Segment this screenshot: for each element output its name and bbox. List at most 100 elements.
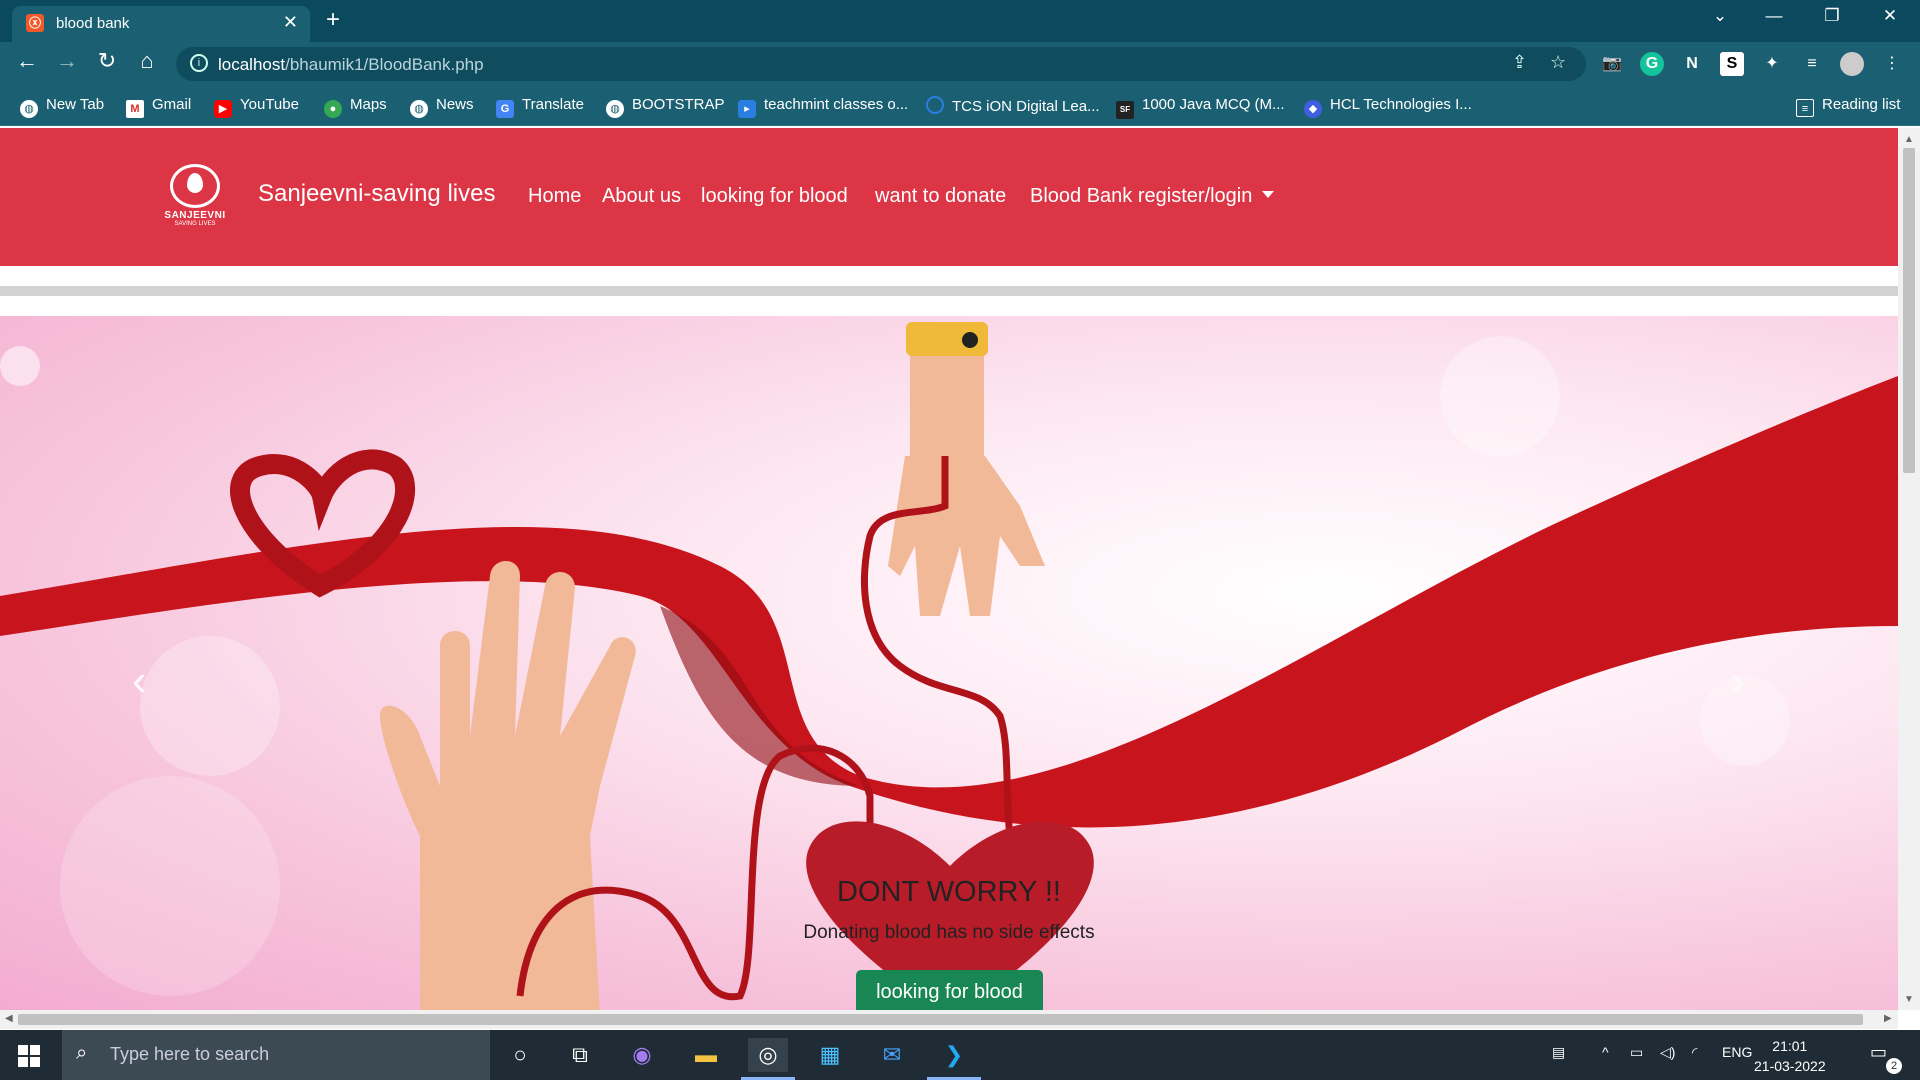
hcl-icon: ◆	[1304, 100, 1322, 118]
dropdown-caret-icon	[1262, 191, 1275, 198]
translate-icon: G	[496, 100, 514, 118]
nav-about-us[interactable]: About us	[602, 185, 681, 208]
site-logo[interactable]: SANJEEVNI SAVING LIVES	[158, 164, 232, 230]
globe-icon: ◍	[20, 100, 38, 118]
share-icon[interactable]: ⇪	[1512, 52, 1527, 73]
volume-icon[interactable]: ◁)	[1660, 1044, 1675, 1061]
browser-tab[interactable]: ⓧ blood bank ✕	[12, 6, 310, 42]
scroll-left-arrow-icon[interactable]: ◀	[5, 1013, 13, 1024]
bookmark-hcl[interactable]: ◆ HCL Technologies I...	[1304, 96, 1472, 118]
tray-chevron-icon[interactable]: ^	[1602, 1044, 1609, 1060]
logo-tagline: SAVING LIVES	[174, 221, 216, 227]
site-brand[interactable]: Sanjeevni-saving lives	[258, 180, 495, 208]
divider-bar	[0, 286, 1898, 296]
s-extension-icon[interactable]: S	[1720, 52, 1744, 76]
scroll-up-arrow-icon[interactable]: ▲	[1904, 134, 1914, 145]
search-icon: ⌕	[76, 1042, 88, 1064]
tab-title: blood bank	[56, 15, 130, 32]
profile-avatar[interactable]	[1840, 52, 1864, 76]
search-placeholder: Type here to search	[110, 1044, 270, 1064]
new-tab-button[interactable]: +	[326, 6, 340, 34]
tor-browser-icon[interactable]: ◉	[622, 1038, 662, 1072]
bookmark-translate[interactable]: G Translate	[496, 96, 584, 118]
clock-date: 21-03-2022	[1754, 1058, 1826, 1074]
clock-time: 21:01	[1772, 1038, 1808, 1054]
windows-taskbar: ⌕ Type here to search ○ ⧉ ◉ ▬ ◎ ▦ ✉ ❯ ▤ …	[0, 1030, 1920, 1080]
notification-icon[interactable]: ▭	[1870, 1042, 1887, 1063]
browser-title-bar: ⓧ blood bank ✕ + ⌄ — ❐ ✕	[0, 0, 1920, 42]
carousel-next-icon[interactable]: ›	[1730, 656, 1745, 706]
bookmark-new-tab[interactable]: ◍ New Tab	[20, 96, 104, 118]
close-tab-icon[interactable]: ✕	[283, 12, 298, 33]
nav-looking-for-blood[interactable]: looking for blood	[701, 185, 848, 208]
bookmark-star-icon[interactable]: ☆	[1550, 52, 1566, 73]
browser-toolbar: ← → ↻ ⌂ i localhost/bhaumik1/BloodBank.p…	[0, 42, 1920, 86]
microsoft-store-icon[interactable]: ▦	[810, 1038, 850, 1072]
horizontal-scrollbar[interactable]: ◀ ▶	[0, 1010, 1898, 1029]
vertical-scroll-thumb[interactable]	[1903, 148, 1915, 473]
reading-list-button[interactable]: ≡ Reading list	[1796, 96, 1900, 117]
url-text[interactable]: localhost/bhaumik1/BloodBank.php	[218, 55, 484, 75]
scroll-down-arrow-icon[interactable]: ▼	[1904, 994, 1914, 1005]
nav-want-to-donate[interactable]: want to donate	[875, 185, 1006, 208]
site-info-icon[interactable]: i	[190, 54, 208, 72]
back-arrow-icon[interactable]: ←	[12, 48, 42, 74]
chrome-icon[interactable]: ◎	[748, 1038, 788, 1072]
bookmark-news[interactable]: ◍ News	[410, 96, 474, 118]
bookmark-maps[interactable]: ● Maps	[324, 96, 387, 118]
language-indicator[interactable]: ENG	[1722, 1044, 1752, 1060]
xampp-favicon-icon: ⓧ	[26, 14, 44, 32]
teachmint-icon: ▸	[738, 100, 756, 118]
tcs-icon	[926, 96, 944, 114]
tab-search-chevron-icon[interactable]: ⌄	[1700, 6, 1740, 26]
battery-icon[interactable]: ▭	[1630, 1044, 1643, 1061]
carousel-caption-title: DONT WORRY !!	[837, 876, 1061, 908]
address-bar[interactable]: i localhost/bhaumik1/BloodBank.php ⇪ ☆	[176, 47, 1586, 81]
media-control-icon[interactable]: ≡	[1800, 52, 1824, 76]
task-view-icon[interactable]: ⧉	[560, 1038, 600, 1072]
close-window-button[interactable]: ✕	[1870, 6, 1910, 26]
wifi-icon[interactable]: ◜	[1692, 1044, 1697, 1061]
taskbar-clock[interactable]: 21:01 21-03-2022	[1754, 1036, 1826, 1076]
notification-count-badge: 2	[1886, 1058, 1902, 1074]
horizontal-scroll-thumb[interactable]	[18, 1014, 1863, 1025]
extensions-puzzle-icon[interactable]: ✦	[1760, 52, 1784, 76]
bookmark-tcs[interactable]: TCS iON Digital Lea...	[926, 96, 1100, 115]
taskbar-search-box[interactable]: ⌕ Type here to search	[62, 1030, 490, 1080]
logo-name: SANJEEVNI	[164, 210, 226, 221]
nav-home[interactable]: Home	[528, 185, 581, 208]
globe-icon: ◍	[606, 100, 624, 118]
grammarly-extension-icon[interactable]: G	[1640, 52, 1664, 76]
globe-icon: ◍	[410, 100, 428, 118]
bookmark-bootstrap[interactable]: ◍ BOOTSTRAP	[606, 96, 725, 118]
minimize-button[interactable]: —	[1754, 6, 1794, 26]
bookmark-gmail[interactable]: M Gmail	[126, 96, 191, 118]
home-icon[interactable]: ⌂	[132, 48, 162, 74]
scroll-right-arrow-icon[interactable]: ▶	[1884, 1013, 1892, 1024]
vertical-scrollbar[interactable]: ▲ ▼	[1898, 128, 1920, 1010]
youtube-icon: ▶	[214, 100, 232, 118]
carousel-prev-icon[interactable]: ‹	[132, 656, 147, 706]
file-explorer-icon[interactable]: ▬	[686, 1038, 726, 1072]
gmail-icon: M	[126, 100, 144, 118]
cortana-icon[interactable]: ○	[500, 1038, 540, 1072]
reading-list-icon: ≡	[1796, 99, 1814, 117]
news-widget-icon[interactable]: ▤	[1552, 1044, 1565, 1061]
book-icon: SF	[1116, 101, 1134, 119]
bookmark-java-mcq[interactable]: SF 1000 Java MCQ (M...	[1116, 96, 1285, 119]
hero-carousel: ‹ › DONT WORRY !! Donating blood has no …	[0, 316, 1898, 1010]
reload-icon[interactable]: ↻	[92, 48, 122, 74]
vscode-icon[interactable]: ❯	[934, 1038, 974, 1072]
nav-blood-bank-label: Blood Bank register/login	[1030, 185, 1253, 207]
camera-extension-icon[interactable]: 📷	[1600, 52, 1624, 76]
menu-kebab-icon[interactable]: ⋮	[1880, 52, 1904, 76]
forward-arrow-icon[interactable]: →	[52, 48, 82, 74]
bookmark-teachmint[interactable]: ▸ teachmint classes o...	[738, 96, 908, 118]
nav-blood-bank-dropdown[interactable]: Blood Bank register/login	[1030, 185, 1275, 208]
restore-button[interactable]: ❐	[1812, 6, 1852, 26]
bookmark-youtube[interactable]: ▶ YouTube	[214, 96, 299, 118]
n-extension-icon[interactable]: N	[1680, 52, 1704, 76]
windows-start-icon[interactable]	[18, 1045, 40, 1067]
mail-icon[interactable]: ✉	[872, 1038, 912, 1072]
looking-for-blood-button[interactable]: looking for blood	[856, 970, 1043, 1010]
